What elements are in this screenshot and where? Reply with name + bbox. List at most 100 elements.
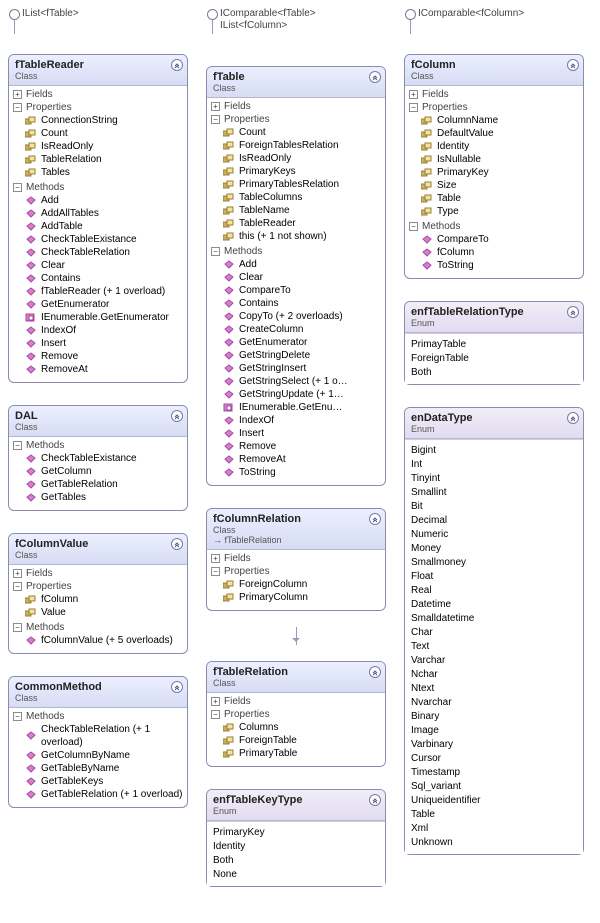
section-properties[interactable]: −Properties xyxy=(405,101,583,114)
minus-icon[interactable]: − xyxy=(13,623,22,632)
member-method[interactable]: fTableReader (+ 1 overload) xyxy=(25,285,183,298)
collapse-icon[interactable] xyxy=(369,513,381,525)
member-prop[interactable]: Table xyxy=(421,192,579,205)
member-method[interactable]: CheckTableRelation (+ 1 overload) xyxy=(25,723,183,749)
member-method[interactable]: Remove xyxy=(25,350,183,363)
member-prop[interactable]: Size xyxy=(421,179,579,192)
class-box-commonmethod[interactable]: CommonMethodClass−MethodsCheckTableRelat… xyxy=(8,676,188,808)
member-prop[interactable]: Value xyxy=(25,606,183,619)
box-header[interactable]: fColumnValueClass xyxy=(9,534,187,565)
member-method[interactable]: RemoveAt xyxy=(223,453,381,466)
member-method[interactable]: IndexOf xyxy=(25,324,183,337)
box-header[interactable]: fTableReaderClass xyxy=(9,55,187,86)
member-prop[interactable]: ConnectionString xyxy=(25,114,183,127)
member-prop[interactable]: fColumn xyxy=(25,593,183,606)
collapse-icon[interactable] xyxy=(171,59,183,71)
section-methods[interactable]: −Methods xyxy=(9,439,187,452)
minus-icon[interactable]: − xyxy=(13,712,22,721)
collapse-icon[interactable] xyxy=(567,412,579,424)
section-fields[interactable]: +Fields xyxy=(405,88,583,101)
collapse-icon[interactable] xyxy=(171,538,183,550)
collapse-icon[interactable] xyxy=(171,410,183,422)
collapse-icon[interactable] xyxy=(567,59,579,71)
section-methods[interactable]: −Methods xyxy=(405,220,583,233)
member-method[interactable]: CopyTo (+ 2 overloads) xyxy=(223,310,381,323)
class-box-ftable[interactable]: fTableClass+Fields−PropertiesCountForeig… xyxy=(206,66,386,486)
member-prop[interactable]: Count xyxy=(223,126,381,139)
section-properties[interactable]: −Properties xyxy=(207,708,385,721)
member-method[interactable]: GetStringInsert xyxy=(223,362,381,375)
member-method[interactable]: Remove xyxy=(223,440,381,453)
plus-icon[interactable]: + xyxy=(211,697,220,706)
box-header[interactable]: fColumnRelationClass→ fTableRelation xyxy=(207,509,385,550)
member-method[interactable]: GetStringDelete xyxy=(223,349,381,362)
minus-icon[interactable]: − xyxy=(13,582,22,591)
class-box-fcolumnrelation[interactable]: fColumnRelationClass→ fTableRelation +Fie… xyxy=(206,508,386,611)
member-method[interactable]: fColumn xyxy=(421,246,579,259)
member-method[interactable]: GetColumnByName xyxy=(25,749,183,762)
section-fields[interactable]: +Fields xyxy=(207,552,385,565)
member-method[interactable]: GetTableByName xyxy=(25,762,183,775)
section-fields[interactable]: +Fields xyxy=(9,88,187,101)
member-prop[interactable]: IsNullable xyxy=(421,153,579,166)
class-box-dal[interactable]: DALClass−MethodsCheckTableExistanceGetCo… xyxy=(8,405,188,511)
member-method[interactable]: Contains xyxy=(223,297,381,310)
member-method[interactable]: CreateColumn xyxy=(223,323,381,336)
member-prop[interactable]: ForeignTablesRelation xyxy=(223,139,381,152)
member-method[interactable]: GetStringUpdate (+ 1… xyxy=(223,388,381,401)
minus-icon[interactable]: − xyxy=(409,103,418,112)
member-prop[interactable]: PrimaryColumn xyxy=(223,591,381,604)
member-method[interactable]: Insert xyxy=(25,337,183,350)
member-prop[interactable]: IsReadOnly xyxy=(25,140,183,153)
member-method[interactable]: AddAllTables xyxy=(25,207,183,220)
member-method[interactable]: ToString xyxy=(223,466,381,479)
box-header[interactable]: enDataTypeEnum xyxy=(405,408,583,439)
section-fields[interactable]: +Fields xyxy=(207,695,385,708)
member-method[interactable]: GetEnumerator xyxy=(223,336,381,349)
member-explicit[interactable]: IEnumerable.GetEnu… xyxy=(223,401,381,414)
box-header[interactable]: fTableClass xyxy=(207,67,385,98)
member-prop[interactable]: PrimaryTablesRelation xyxy=(223,178,381,191)
member-prop[interactable]: this (+ 1 not shown) xyxy=(223,230,381,243)
member-prop[interactable]: TableRelation xyxy=(25,153,183,166)
section-methods[interactable]: −Methods xyxy=(9,710,187,723)
minus-icon[interactable]: − xyxy=(13,441,22,450)
member-method[interactable]: GetColumn xyxy=(25,465,183,478)
section-methods[interactable]: −Methods xyxy=(207,245,385,258)
minus-icon[interactable]: − xyxy=(13,183,22,192)
member-method[interactable]: Contains xyxy=(25,272,183,285)
member-method[interactable]: GetTableRelation xyxy=(25,478,183,491)
minus-icon[interactable]: − xyxy=(211,710,220,719)
class-box-enftablekeytype[interactable]: enfTableKeyTypeEnumPrimaryKeyIdentityBot… xyxy=(206,789,386,887)
member-method[interactable]: GetTableKeys xyxy=(25,775,183,788)
member-method[interactable]: CheckTableExistance xyxy=(25,452,183,465)
member-prop[interactable]: Type xyxy=(421,205,579,218)
member-prop[interactable]: Identity xyxy=(421,140,579,153)
member-method[interactable]: ToString xyxy=(421,259,579,272)
class-box-enftablerelationtype[interactable]: enfTableRelationTypeEnumPrimayTableForei… xyxy=(404,301,584,385)
member-method[interactable]: CompareTo xyxy=(421,233,579,246)
member-prop[interactable]: PrimaryKeys xyxy=(223,165,381,178)
member-method[interactable]: Clear xyxy=(25,259,183,272)
plus-icon[interactable]: + xyxy=(13,569,22,578)
member-prop[interactable]: ForeignTable xyxy=(223,734,381,747)
member-method[interactable]: Add xyxy=(25,194,183,207)
member-method[interactable]: AddTable xyxy=(25,220,183,233)
section-properties[interactable]: −Properties xyxy=(9,101,187,114)
class-box-fcolumn[interactable]: fColumnClass+Fields−PropertiesColumnName… xyxy=(404,54,584,279)
class-box-endatatype[interactable]: enDataTypeEnumBigintIntTinyintSmallintBi… xyxy=(404,407,584,855)
member-method[interactable]: CompareTo xyxy=(223,284,381,297)
collapse-icon[interactable] xyxy=(369,794,381,806)
member-method[interactable]: CheckTableExistance xyxy=(25,233,183,246)
minus-icon[interactable]: − xyxy=(211,247,220,256)
box-header[interactable]: enfTableKeyTypeEnum xyxy=(207,790,385,821)
minus-icon[interactable]: − xyxy=(211,115,220,124)
member-prop[interactable]: Count xyxy=(25,127,183,140)
member-prop[interactable]: IsReadOnly xyxy=(223,152,381,165)
member-method[interactable]: CheckTableRelation xyxy=(25,246,183,259)
section-fields[interactable]: +Fields xyxy=(207,100,385,113)
section-methods[interactable]: −Methods xyxy=(9,181,187,194)
member-method[interactable]: IndexOf xyxy=(223,414,381,427)
member-prop[interactable]: TableColumns xyxy=(223,191,381,204)
box-header[interactable]: enfTableRelationTypeEnum xyxy=(405,302,583,333)
